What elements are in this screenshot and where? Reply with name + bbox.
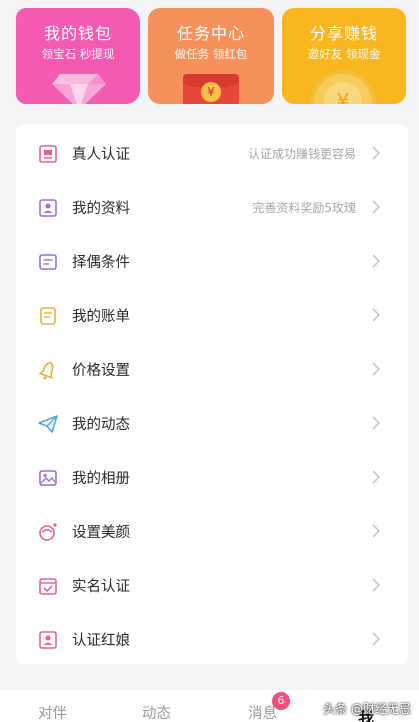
share-card-title: 分享赚钱 (309, 24, 378, 43)
chevron-right-icon (372, 578, 381, 592)
paper-plane-icon (38, 415, 58, 433)
tab-moments[interactable]: 动态 (142, 702, 171, 722)
bill-icon (40, 307, 56, 325)
coin-icon: ¥ (310, 70, 376, 104)
menu-item-label: 价格设置 (72, 363, 130, 379)
menu-item-label: 择偶条件 (72, 255, 130, 271)
chevron-right-icon (372, 416, 381, 430)
check-calendar-icon (39, 578, 57, 595)
criteria-icon (39, 254, 57, 270)
chevron-right-icon (372, 632, 381, 646)
promo-cards: 我的钱包 领宝石 秒提现 任务中心 做任务 领红包 ¥ 分享赚钱 邀好友 领现金… (0, 0, 419, 112)
settings-menu: 真人认证 认证成功赚钱更容易 我的资料 完善资料奖励5玫瑰 择偶条件 我的账单 (16, 124, 408, 664)
chevron-right-icon (372, 362, 381, 376)
watermark: 头条 @财经无忌 (323, 702, 411, 716)
message-count-badge: 6 (272, 692, 290, 710)
bell-icon (38, 361, 54, 380)
diamond-icon (52, 74, 106, 104)
menu-item-label: 我的资料 (72, 201, 130, 217)
chevron-right-icon (372, 308, 381, 322)
menu-item-label: 我的相册 (72, 471, 130, 487)
task-card-title: 任务中心 (176, 24, 245, 43)
chevron-right-icon (372, 254, 381, 268)
task-card-subtitle: 做任务 领红包 (174, 47, 248, 61)
menu-item-label: 认证红娘 (72, 633, 130, 649)
menu-item-real-person-verification[interactable]: 真人认证 认证成功赚钱更容易 (16, 126, 408, 180)
menu-item-certified-matchmaker[interactable]: 认证红娘 (16, 612, 408, 666)
wallet-card-title: 我的钱包 (43, 24, 112, 43)
red-envelope-icon: ¥ (183, 74, 239, 104)
menu-item-label: 我的账单 (72, 309, 130, 325)
menu-item-price-settings[interactable]: 价格设置 (16, 342, 408, 396)
menu-item-partner-criteria[interactable]: 择偶条件 (16, 234, 408, 288)
chevron-right-icon (372, 470, 381, 484)
menu-item-hint: 认证成功赚钱更容易 (247, 147, 356, 161)
task-card[interactable]: 任务中心 做任务 领红包 ¥ (148, 8, 274, 104)
menu-item-hint: 完善资料奖励5玫瑰 (252, 201, 356, 215)
menu-item-beauty-settings[interactable]: 设置美颜 (16, 504, 408, 558)
chevron-right-icon (372, 200, 381, 214)
menu-item-label: 真人认证 (72, 147, 130, 163)
matchmaker-icon (39, 631, 57, 649)
menu-item-my-profile[interactable]: 我的资料 完善资料奖励5玫瑰 (16, 180, 408, 234)
beauty-icon (39, 523, 57, 541)
chevron-right-icon (372, 146, 381, 160)
wallet-card-subtitle: 领宝石 秒提现 (41, 47, 115, 61)
share-card[interactable]: 分享赚钱 邀好友 领现金 ¥ (282, 8, 406, 104)
share-card-subtitle: 邀好友 领现金 (307, 47, 381, 61)
tab-partner[interactable]: 对伴 (38, 702, 67, 722)
chevron-right-icon (372, 524, 381, 538)
wallet-card[interactable]: 我的钱包 领宝石 秒提现 (16, 8, 140, 104)
menu-item-label: 我的动态 (72, 417, 130, 433)
photo-icon (39, 470, 57, 486)
menu-item-my-bill[interactable]: 我的账单 (16, 288, 408, 342)
menu-item-my-album[interactable]: 我的相册 (16, 450, 408, 504)
id-card-icon (39, 145, 57, 163)
menu-item-my-posts[interactable]: 我的动态 (16, 396, 408, 450)
menu-item-label: 实名认证 (72, 579, 130, 595)
menu-item-label: 设置美颜 (72, 525, 130, 541)
menu-item-real-name-verification[interactable]: 实名认证 (16, 558, 408, 612)
profile-icon (39, 199, 57, 217)
